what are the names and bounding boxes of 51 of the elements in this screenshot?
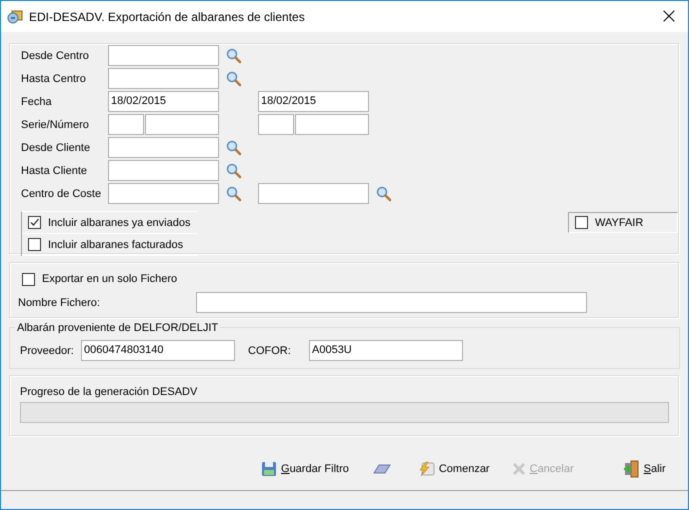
search-icon[interactable] <box>226 186 242 202</box>
input-field[interactable] <box>108 114 144 135</box>
input-field[interactable] <box>145 114 219 135</box>
field-label: Serie/Número <box>21 118 90 130</box>
checkbox-label: WAYFAIR <box>595 216 644 228</box>
input-field[interactable] <box>258 114 294 135</box>
toolbar-button[interactable]: Salir <box>620 458 668 480</box>
input-field[interactable] <box>258 183 369 204</box>
field-label: Fecha <box>21 96 53 108</box>
checkbox-label: Incluir albaranes facturados <box>48 238 184 250</box>
input-field[interactable] <box>108 45 219 66</box>
input-field[interactable]: 18/02/2015 <box>108 91 219 112</box>
search-icon[interactable] <box>376 186 392 202</box>
field-label: Desde Centro <box>21 50 90 62</box>
search-icon[interactable] <box>226 162 242 178</box>
checkbox[interactable] <box>22 272 35 286</box>
input-field[interactable]: 18/02/2015 <box>258 91 369 112</box>
checkbox-label: Exportar en un solo Fichero <box>42 273 178 285</box>
search-icon[interactable] <box>226 140 242 156</box>
window-title: EDI-DESADV. Exportación de albaranes de clientes <box>29 10 306 24</box>
field-label: Nombre Fichero: <box>18 296 101 308</box>
field-label: Proveedor: <box>20 344 75 356</box>
checkbox[interactable] <box>28 238 41 251</box>
supplier-field[interactable]: 0060474803140 <box>81 340 235 361</box>
checkbox-label: Incluir albaranes ya enviados <box>48 216 190 228</box>
input-field[interactable] <box>108 137 219 158</box>
toolbar-button[interactable]: Comenzar <box>414 459 492 479</box>
field-label: Hasta Cliente <box>21 164 88 176</box>
close-button[interactable]: × <box>653 2 685 32</box>
field-label: Hasta Centro <box>21 72 87 84</box>
input-field[interactable] <box>108 68 219 89</box>
cross-icon <box>512 462 526 476</box>
checkbox[interactable] <box>575 216 588 229</box>
search-icon[interactable] <box>226 70 242 86</box>
search-icon[interactable] <box>226 48 242 64</box>
field-label: COFOR: <box>248 344 292 356</box>
input-field[interactable] <box>295 114 369 135</box>
exit-door-icon <box>622 460 640 478</box>
checkbox[interactable] <box>28 216 41 229</box>
app-icon <box>7 8 23 24</box>
cofor-field[interactable]: A0053U <box>309 340 463 361</box>
field-label: Desde Cliente <box>21 142 92 154</box>
input-field[interactable] <box>108 160 219 181</box>
input-field[interactable] <box>108 183 219 204</box>
field-label: Centro de Coste <box>21 188 102 200</box>
eraser-icon <box>372 463 391 475</box>
progress-label: Progreso de la generación DESADV <box>20 386 198 398</box>
file-name-field[interactable] <box>196 292 587 313</box>
lightning-icon <box>416 461 435 477</box>
group-legend: Albarán proveniente de DELFOR/DELJIT <box>15 322 220 334</box>
toolbar-button[interactable]: Guardar Filtro <box>259 459 351 479</box>
